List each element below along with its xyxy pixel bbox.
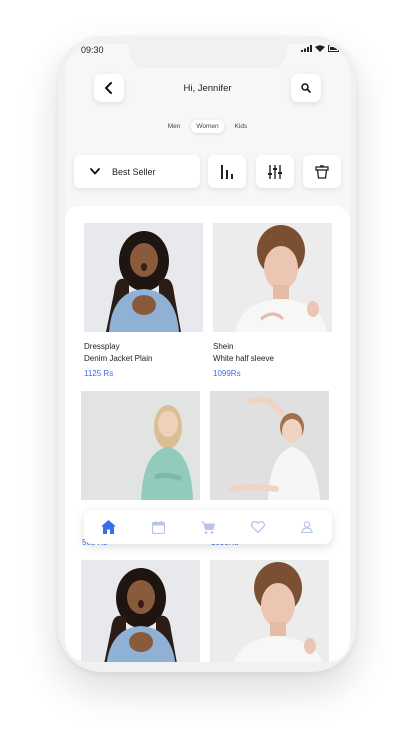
search-button[interactable]	[291, 74, 321, 102]
wifi-icon	[315, 45, 325, 52]
product-price: 1125 Rs	[84, 369, 114, 378]
sort-label: Best Seller	[112, 166, 156, 177]
profile-icon	[301, 521, 314, 533]
tab-kids[interactable]: Kids	[230, 120, 253, 133]
chart-button[interactable]	[208, 155, 246, 188]
product-image[interactable]	[81, 560, 200, 662]
nav-cart[interactable]	[196, 515, 220, 539]
chevron-down-icon	[90, 168, 100, 175]
product-info[interactable]: Dressplay Denim Jacket Plain 1125 Rs	[84, 341, 203, 380]
cart-icon	[200, 521, 215, 534]
notch	[129, 44, 287, 68]
sliders-icon	[268, 164, 282, 179]
status-time: 09:30	[81, 45, 104, 55]
battery-icon	[328, 45, 340, 52]
search-icon	[301, 83, 311, 93]
product-image[interactable]	[210, 391, 329, 500]
product-brand: Dressplay	[84, 342, 120, 351]
calendar-icon	[151, 520, 165, 534]
heart-icon	[250, 521, 265, 533]
filter-button[interactable]	[256, 155, 294, 188]
product-image[interactable]	[81, 391, 200, 500]
product-info[interactable]: Shein White half sleeve 1099Rs	[213, 341, 332, 380]
product-image[interactable]	[84, 223, 203, 332]
sort-dropdown[interactable]: Best Seller	[74, 155, 200, 188]
app-screen: 09:30 Hi, Jennifer Men Women Kids Best S…	[65, 44, 350, 662]
category-tabs: Men Women Kids	[65, 120, 350, 133]
delete-icon	[315, 164, 329, 179]
home-icon	[101, 520, 117, 534]
product-name: White half sleeve	[213, 354, 274, 363]
product-panel: Dressplay Denim Jacket Plain 1125 Rs She…	[65, 206, 350, 662]
tab-men[interactable]: Men	[163, 120, 186, 133]
product-image[interactable]	[210, 560, 329, 662]
bar-chart-icon	[221, 164, 233, 179]
nav-wishlist[interactable]	[246, 515, 270, 539]
product-name: Denim Jacket Plain	[84, 354, 153, 363]
product-brand: Shein	[213, 342, 234, 351]
bottom-nav	[84, 510, 332, 544]
status-icons	[301, 45, 340, 52]
nav-calendar[interactable]	[146, 515, 170, 539]
nav-home[interactable]	[97, 515, 121, 539]
product-image[interactable]	[213, 223, 332, 332]
product-price: 1099Rs	[213, 369, 241, 378]
delete-button[interactable]	[303, 155, 341, 188]
signal-icon	[301, 45, 312, 52]
tab-women[interactable]: Women	[191, 120, 224, 133]
nav-profile[interactable]	[295, 515, 319, 539]
